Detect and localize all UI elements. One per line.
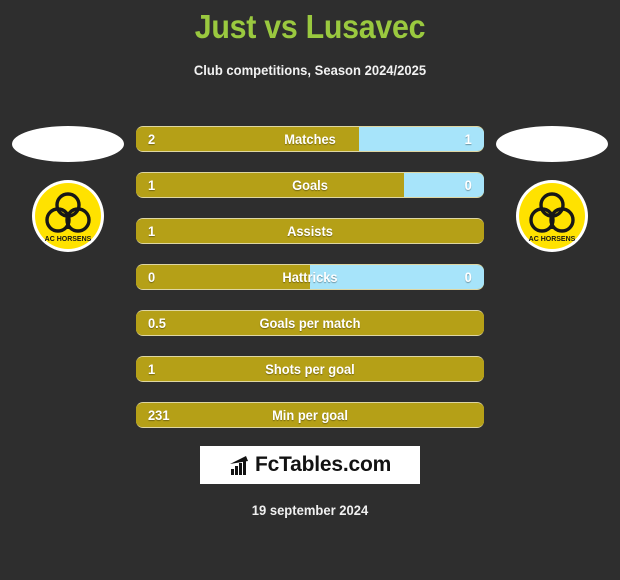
stat-bar-row: 1 Assists: [136, 218, 484, 244]
stat-bar-row: 231 Min per goal: [136, 402, 484, 428]
svg-text:AC HORSENS: AC HORSENS: [45, 236, 92, 243]
stat-bar-row: 2 Matches 1: [136, 126, 484, 152]
away-stat-value: 0: [464, 177, 472, 193]
horsens-rings-icon: AC HORSENS: [45, 192, 92, 243]
svg-text:AC HORSENS: AC HORSENS: [529, 236, 576, 243]
horsens-rings-icon: AC HORSENS: [529, 192, 576, 243]
stat-bar-row: 1 Goals 0: [136, 172, 484, 198]
stat-bar-list: 2 Matches 1 1 Goals 0 1 Assists 0 Hattricks 0 0.5 Go…: [136, 126, 484, 448]
brand-name: FcTables.com: [254, 453, 392, 476]
away-stat-value: 1: [464, 131, 472, 147]
stat-label: Hattricks: [282, 269, 338, 285]
stat-label: Matches: [284, 131, 336, 147]
away-stat-value: 0: [464, 269, 472, 285]
stat-bar-row: 0.5 Goals per match: [136, 310, 484, 336]
bar-chart-icon: [229, 455, 251, 475]
stat-label: Goals per match: [259, 315, 361, 331]
report-date: 19 september 2024: [251, 502, 369, 518]
stat-label: Min per goal: [272, 407, 348, 423]
page-title: Just vs Lusavec: [194, 8, 426, 45]
page-subtitle: Club competitions, Season 2024/2025: [193, 62, 427, 78]
away-club-badge: AC HORSENS: [516, 180, 588, 252]
stat-label: Shots per goal: [265, 361, 355, 377]
stat-label: Assists: [287, 223, 333, 239]
away-player-photo: [496, 126, 608, 162]
home-club-badge: AC HORSENS: [32, 180, 104, 252]
stat-bar-row: 0 Hattricks 0: [136, 264, 484, 290]
fctables-logo[interactable]: FcTables.com: [200, 446, 420, 484]
stat-label: Goals: [292, 177, 328, 193]
home-player-photo: [12, 126, 124, 162]
stat-bar-row: 1 Shots per goal: [136, 356, 484, 382]
stat-comparison-card: Just vs Lusavec Club competitions, Seaso…: [0, 0, 620, 580]
